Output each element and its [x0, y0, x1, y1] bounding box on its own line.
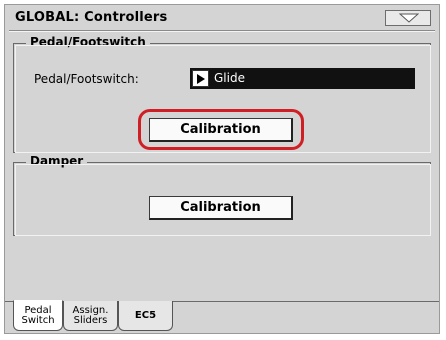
page-title: GLOBAL: Controllers	[15, 10, 168, 25]
tab-label-line2: Sliders	[73, 315, 108, 326]
title-bar: GLOBAL: Controllers	[5, 5, 439, 31]
damper-panel: Damper Calibration	[13, 154, 431, 236]
pedal-footswitch-panel: Pedal/Footswitch Pedal/Footswitch: Glide…	[13, 35, 431, 153]
tab-pedal-switch[interactable]: Pedal Switch	[13, 300, 63, 331]
pedal-footswitch-legend: Pedal/Footswitch	[26, 35, 150, 49]
pedal-footswitch-label: Pedal/Footswitch:	[34, 72, 139, 86]
pedal-calibration-button[interactable]: Calibration	[149, 118, 293, 142]
damper-legend: Damper	[26, 154, 88, 168]
tab-label-line2: Switch	[21, 315, 55, 326]
tab-assign-sliders[interactable]: Assign. Sliders	[63, 301, 118, 331]
damper-calibration-button[interactable]: Calibration	[149, 196, 293, 220]
tab-ec5[interactable]: EC5	[118, 301, 173, 331]
screen: GLOBAL: Controllers Pedal/Footswitch Ped…	[4, 4, 440, 334]
title-divider	[9, 30, 435, 32]
tab-label-line1: EC5	[134, 310, 157, 321]
dropdown-triangle-icon	[399, 13, 419, 23]
play-arrow-icon[interactable]	[192, 70, 209, 87]
pedal-footswitch-field[interactable]: Glide	[190, 68, 415, 89]
page-menu-button[interactable]	[385, 10, 431, 26]
pedal-footswitch-value: Glide	[214, 71, 245, 85]
